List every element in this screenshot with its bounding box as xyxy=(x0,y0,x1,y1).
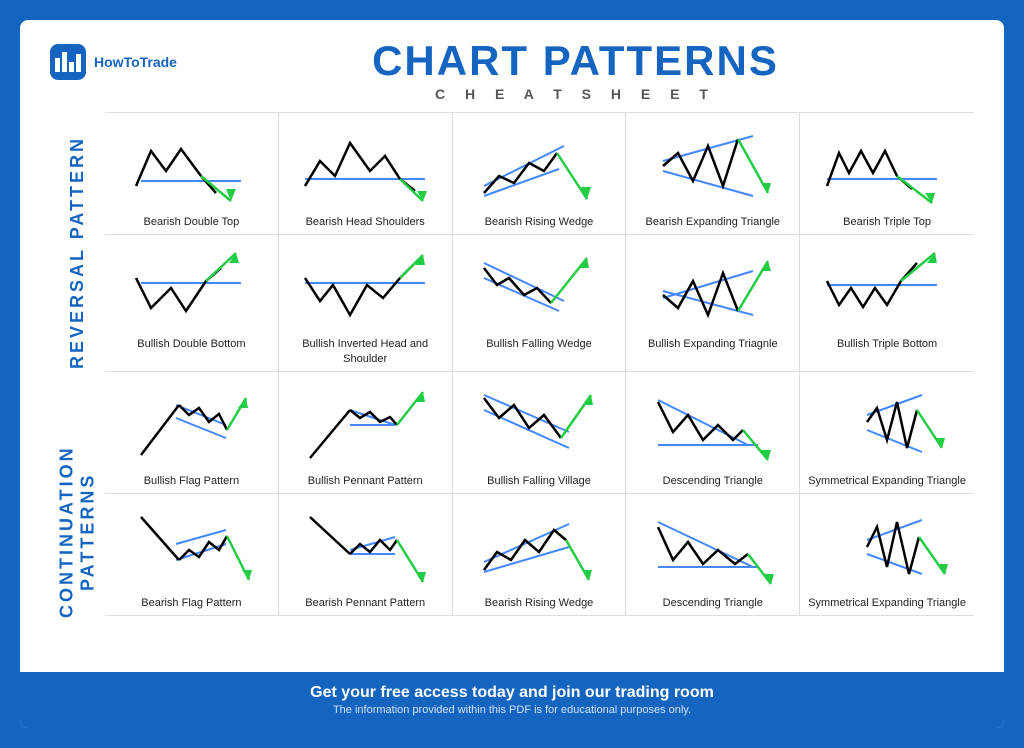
label-bullish-expanding-triangle: Bullish Expanding Triagnle xyxy=(648,337,778,351)
label-descending-triangle-1: Descending Triangle xyxy=(663,474,763,488)
label-bearish-head-shoulders: Bearish Head Shoulders xyxy=(306,215,425,229)
label-bearish-rising-wedge-cont: Bearish Rising Wedge xyxy=(485,596,594,610)
reversal-label: REVERSAL PATTERN xyxy=(50,112,105,392)
chart-bullish-falling-wedge xyxy=(469,243,609,333)
patterns-row-1: Bearish Double Top Bearish Head Shoulder… xyxy=(105,112,974,234)
footer-sub: The information provided within this PDF… xyxy=(32,704,992,716)
chart-bearish-expanding-triangle xyxy=(643,121,783,211)
pattern-cell-bearish-triple-top: Bearish Triple Top xyxy=(800,113,974,234)
pattern-cell-bullish-double-bottom: Bullish Double Bottom xyxy=(105,235,279,371)
chart-bullish-falling-village xyxy=(469,380,609,470)
chart-bearish-head-shoulders xyxy=(295,121,435,211)
footer: Get your free access today and join our … xyxy=(20,672,1004,728)
chart-bullish-expanding-triangle xyxy=(643,243,783,333)
label-bearish-triple-top: Bearish Triple Top xyxy=(843,215,931,229)
pattern-cell-bullish-inverted-head-shoulder: Bullish Inverted Head and Shoulder xyxy=(279,235,453,371)
label-bullish-double-bottom: Bullish Double Bottom xyxy=(137,337,245,351)
logo-area: HowToTrade xyxy=(50,44,177,80)
pattern-cell-bullish-falling-wedge: Bullish Falling Wedge xyxy=(453,235,627,371)
chart-bearish-triple-top xyxy=(817,121,957,211)
logo-bars xyxy=(55,52,81,72)
logo-bar-2 xyxy=(62,52,67,72)
pattern-cell-bearish-pennant: Bearish Pennant Pattern xyxy=(279,494,453,615)
chart-bearish-double-top xyxy=(121,121,261,211)
continuation-label: CONTINUATION PATTERNS xyxy=(50,392,105,672)
main-card: HowToTrade CHART PATTERNS C H E A T S H … xyxy=(20,20,1004,728)
logo-bar-4 xyxy=(76,54,81,72)
chart-bearish-pennant xyxy=(295,502,435,592)
logo-icon xyxy=(50,44,86,80)
pattern-cell-bullish-triple-bottom: Bullish Triple Bottom xyxy=(800,235,974,371)
title-area: CHART PATTERNS C H E A T S H E E T xyxy=(177,40,974,102)
pattern-cell-bearish-rising-wedge-cont: Bearish Rising Wedge xyxy=(453,494,627,615)
label-bullish-pennant: Bullish Pennant Pattern xyxy=(308,474,423,488)
pattern-cell-symmetrical-expanding-1: Symmetrical Expanding Triangle xyxy=(800,372,974,493)
pattern-cell-bearish-double-top: Bearish Double Top xyxy=(105,113,279,234)
chart-symmetrical-expanding-2 xyxy=(817,502,957,592)
side-label-container: REVERSAL PATTERN CONTINUATION PATTERNS xyxy=(50,112,105,672)
chart-bullish-double-bottom xyxy=(121,243,261,333)
pattern-cell-bearish-flag: Bearish Flag Pattern xyxy=(105,494,279,615)
label-bullish-triple-bottom: Bullish Triple Bottom xyxy=(837,337,937,351)
pattern-cell-bullish-expanding-triangle: Bullish Expanding Triagnle xyxy=(626,235,800,371)
label-bullish-flag: Bullish Flag Pattern xyxy=(144,474,239,488)
pattern-cell-bearish-rising-wedge: Bearish Rising Wedge xyxy=(453,113,627,234)
pattern-cell-descending-triangle: Descending Triangle xyxy=(626,372,800,493)
patterns-row-3: Bullish Flag Pattern Bullish Pennant P xyxy=(105,371,974,493)
label-symmetrical-expanding-2: Symmetrical Expanding Triangle xyxy=(808,596,966,610)
footer-main: Get your free access today and join our … xyxy=(32,684,992,702)
logo-bar-1 xyxy=(55,58,60,72)
content-area: REVERSAL PATTERN CONTINUATION PATTERNS xyxy=(50,112,974,672)
pattern-cell-bullish-flag: Bullish Flag Pattern xyxy=(105,372,279,493)
header: HowToTrade CHART PATTERNS C H E A T S H … xyxy=(50,40,974,102)
chart-descending-triangle-2 xyxy=(643,502,783,592)
logo-bar-3 xyxy=(69,62,74,72)
patterns-grid: Bearish Double Top Bearish Head Shoulder… xyxy=(105,112,974,672)
chart-bearish-rising-wedge-cont xyxy=(469,502,609,592)
label-bullish-inverted-head-shoulder: Bullish Inverted Head and Shoulder xyxy=(284,337,447,366)
pattern-cell-symmetrical-expanding-2: Symmetrical Expanding Triangle xyxy=(800,494,974,615)
logo-text: HowToTrade xyxy=(94,54,177,70)
patterns-row-4: Bearish Flag Pattern Bearish Pennant P xyxy=(105,493,974,616)
pattern-cell-bullish-falling-village: Bullish Falling Village xyxy=(453,372,627,493)
label-symmetrical-expanding-1: Symmetrical Expanding Triangle xyxy=(808,474,966,488)
label-bearish-pennant: Bearish Pennant Pattern xyxy=(305,596,425,610)
label-bearish-double-top: Bearish Double Top xyxy=(143,215,239,229)
patterns-row-2: Bullish Double Bottom Bullish Inverted H… xyxy=(105,234,974,371)
chart-bearish-rising-wedge xyxy=(469,121,609,211)
main-title: CHART PATTERNS xyxy=(177,40,974,82)
chart-bullish-inverted-head-shoulder xyxy=(295,243,435,333)
chart-bullish-pennant xyxy=(295,380,435,470)
label-bullish-falling-village: Bullish Falling Village xyxy=(487,474,591,488)
pattern-cell-descending-triangle-2: Descending Triangle xyxy=(626,494,800,615)
chart-symmetrical-expanding-1 xyxy=(817,380,957,470)
chart-descending-triangle xyxy=(643,380,783,470)
pattern-cell-bearish-expanding-triangle: Bearish Expanding Triangle xyxy=(626,113,800,234)
chart-bullish-flag xyxy=(121,380,261,470)
label-descending-triangle-2: Descending Triangle xyxy=(663,596,763,610)
pattern-cell-bearish-head-shoulders: Bearish Head Shoulders xyxy=(279,113,453,234)
chart-bullish-triple-bottom xyxy=(817,243,957,333)
chart-bearish-flag xyxy=(121,502,261,592)
sub-title: C H E A T S H E E T xyxy=(177,86,974,102)
pattern-cell-bullish-pennant: Bullish Pennant Pattern xyxy=(279,372,453,493)
label-bearish-flag: Bearish Flag Pattern xyxy=(141,596,241,610)
label-bearish-expanding-triangle: Bearish Expanding Triangle xyxy=(646,215,781,229)
label-bearish-rising-wedge: Bearish Rising Wedge xyxy=(485,215,594,229)
label-bullish-falling-wedge: Bullish Falling Wedge xyxy=(486,337,592,351)
outer-container: HowToTrade CHART PATTERNS C H E A T S H … xyxy=(10,10,1014,738)
